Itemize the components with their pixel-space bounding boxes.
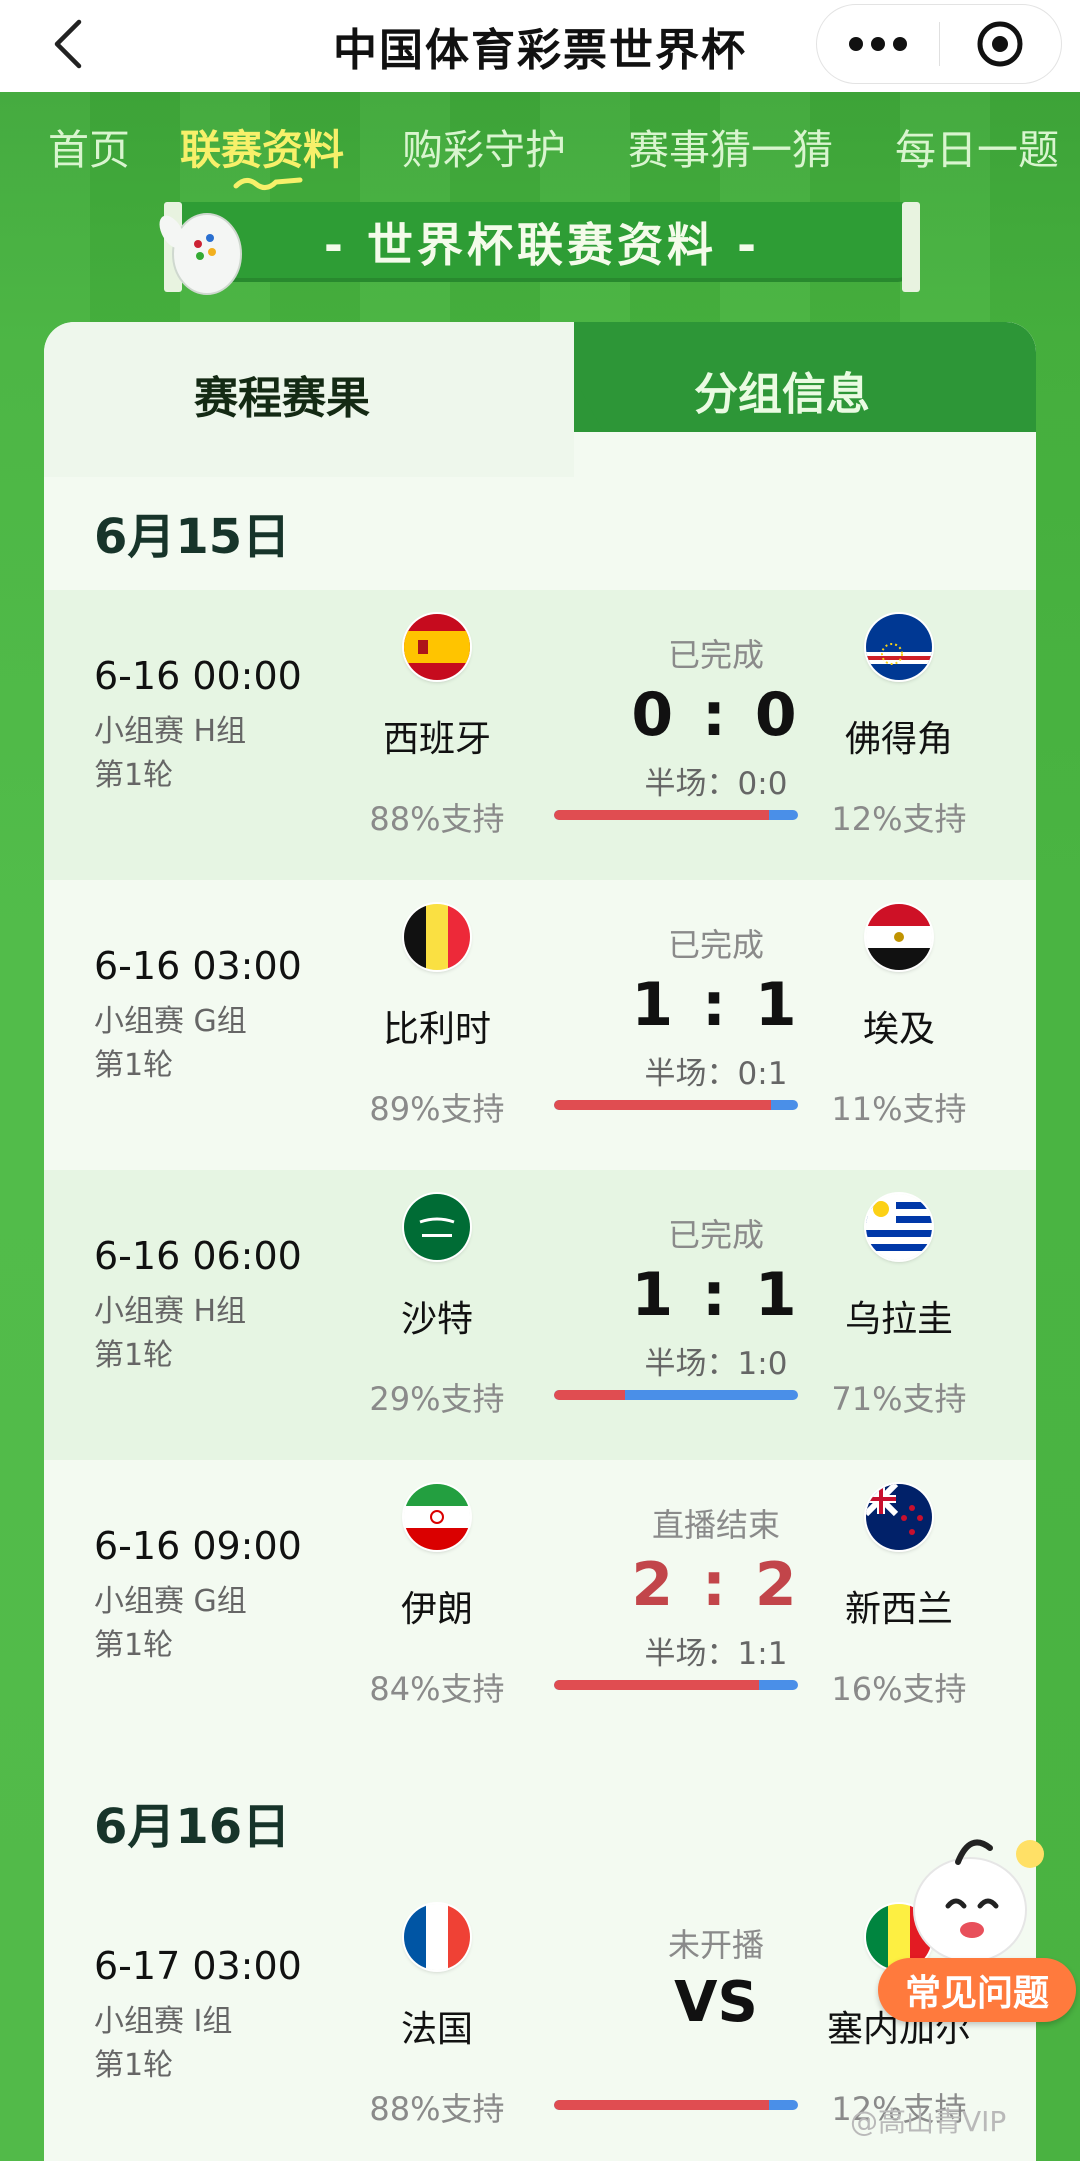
home-support-fill <box>554 1390 625 1400</box>
match-time: 6-16 06:00 <box>94 1234 302 1278</box>
date-header: 6月16日 <box>94 1799 291 1855</box>
match-status: 直播结束 <box>651 1506 780 1544</box>
help-mascot-icon <box>913 1839 1044 1963</box>
date-header: 6月15日 <box>94 509 291 565</box>
iran-flag-icon <box>404 1484 470 1550</box>
home-team: 伊朗 <box>400 1589 473 1630</box>
saudi-arabia-flag-icon <box>404 1194 470 1260</box>
more-horizontal-icon <box>848 37 907 51</box>
mini-program-capsule <box>816 4 1062 84</box>
away-team: 乌拉圭 <box>844 1299 953 1340</box>
match-time: 6-16 09:00 <box>94 1524 302 1568</box>
nav-item-match-guess[interactable]: 赛事猜一猜 <box>628 116 833 176</box>
home-support: 88%支持 <box>369 2090 505 2128</box>
nav-item-home[interactable]: 首页 <box>48 116 130 176</box>
tab-schedule-results-label: 赛程赛果 <box>194 373 370 424</box>
home-support-fill <box>554 1680 759 1690</box>
new-zealand-flag-icon <box>866 1484 932 1550</box>
match-stage: 小组赛 G组 <box>94 1584 247 1619</box>
home-team: 比利时 <box>382 1009 491 1050</box>
home-support: 29%支持 <box>369 1380 505 1418</box>
home-support: 89%支持 <box>369 1090 505 1128</box>
match-time: 6-16 03:00 <box>94 944 302 988</box>
home-team: 法国 <box>400 2009 473 2050</box>
match-status: 已完成 <box>667 926 764 964</box>
goalpost-right <box>902 202 920 292</box>
match-status: 已完成 <box>667 1216 764 1254</box>
active-tab-squiggle-icon <box>233 177 303 190</box>
match-row[interactable]: 6-16 03:00 小组赛 G组 第1轮 比利时 89%支持 已完成 1 : … <box>44 880 1036 1170</box>
nav-item-purchase-protection[interactable]: 购彩守护 <box>402 116 566 176</box>
away-support: 11%支持 <box>831 1090 967 1128</box>
away-team: 佛得角 <box>844 719 953 760</box>
tab-bar: 赛程赛果 分组信息 <box>44 322 1036 477</box>
france-flag-icon <box>404 1904 470 1970</box>
away-support: 16%支持 <box>831 1670 967 1708</box>
match-round: 第1轮 <box>94 1048 174 1083</box>
match-time: 6-16 00:00 <box>94 654 302 698</box>
tab-group-info-label: 分组信息 <box>694 369 870 420</box>
home-support: 88%支持 <box>369 800 505 838</box>
match-status: 已完成 <box>667 636 764 674</box>
support-bar <box>554 810 798 820</box>
uruguay-flag-icon <box>866 1194 932 1260</box>
home-support: 84%支持 <box>369 1670 505 1708</box>
home-support-fill <box>554 2100 769 2110</box>
away-team: 埃及 <box>862 1009 935 1050</box>
nav-item-daily-question[interactable]: 每日一题 <box>895 116 1059 176</box>
help-widget[interactable]: 常见问题 <box>868 1826 1080 2026</box>
home-support-fill <box>554 1100 772 1110</box>
cape-verde-flag-icon <box>866 614 932 680</box>
match-round: 第1轮 <box>94 2048 174 2083</box>
watermark: @高山青VIP <box>850 2105 1007 2138</box>
close-mini-program-button[interactable] <box>940 5 1062 83</box>
match-round: 第1轮 <box>94 1628 174 1663</box>
match-stage: 小组赛 I组 <box>94 2004 233 2039</box>
home-team: 沙特 <box>400 1299 473 1340</box>
app-title: 中国体育彩票世界杯 <box>333 25 747 76</box>
home-team: 西班牙 <box>382 719 491 760</box>
match-stage: 小组赛 H组 <box>94 1294 247 1329</box>
spain-flag-icon <box>404 614 470 680</box>
support-bar <box>554 1100 798 1110</box>
support-bar <box>554 1680 798 1690</box>
match-time: 6-17 03:00 <box>94 1944 302 1988</box>
back-arrow-icon <box>54 19 82 69</box>
top-nav: 首页 联赛资料 购彩守护 赛事猜一猜 每日一题 <box>0 92 1080 207</box>
match-stage: 小组赛 H组 <box>94 714 247 749</box>
match-stage: 小组赛 G组 <box>94 1004 247 1039</box>
banner-title: - 世界杯联赛资料 - <box>323 218 761 272</box>
belgium-flag-icon <box>404 904 470 970</box>
away-team: 新西兰 <box>844 1589 953 1630</box>
home-support-fill <box>554 810 769 820</box>
mascot-icon <box>159 213 242 295</box>
match-row[interactable]: 6-16 09:00 小组赛 G组 第1轮 伊朗 84%支持 直播结束 2 : … <box>44 1460 1036 1750</box>
egypt-flag-icon <box>866 904 932 970</box>
app-bar: 中国体育彩票世界杯 <box>0 0 1080 92</box>
content-stage: 首页 联赛资料 购彩守护 赛事猜一猜 每日一题 - 世界杯联赛资料 - 赛程赛果… <box>0 92 1080 2161</box>
match-row[interactable]: 6-16 00:00 小组赛 H组 第1轮 西班牙 88%支持 已完成 0 : … <box>44 590 1036 880</box>
match-row[interactable]: 6-16 06:00 小组赛 H组 第1轮 沙特 29%支持 已完成 1 : 1… <box>44 1170 1036 1460</box>
target-circle-icon <box>977 21 1023 67</box>
match-round: 第1轮 <box>94 758 174 793</box>
more-button[interactable] <box>817 5 939 83</box>
section-banner: - 世界杯联赛资料 - <box>164 202 920 292</box>
away-support: 12%支持 <box>831 800 967 838</box>
away-support: 71%支持 <box>831 1380 967 1418</box>
faq-button[interactable]: 常见问题 <box>878 1958 1076 2022</box>
match-round: 第1轮 <box>94 1338 174 1373</box>
nav-item-league-info[interactable]: 联赛资料 <box>180 116 344 176</box>
back-button[interactable] <box>38 14 98 74</box>
support-bar <box>554 1390 798 1400</box>
match-status: 未开播 <box>667 1926 764 1964</box>
support-bar <box>554 2100 798 2110</box>
